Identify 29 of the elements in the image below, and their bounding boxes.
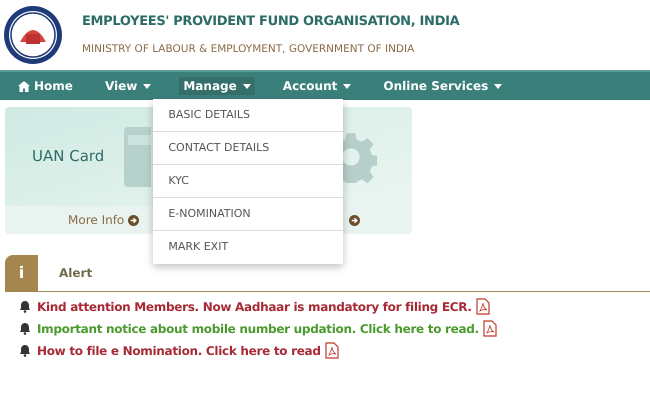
arrow-circle-icon[interactable] <box>349 214 360 226</box>
nav-item[interactable]: Manage <box>179 77 255 95</box>
alert-link[interactable]: Kind attention Members. Now Aadhaar is mandatory for filing ECR. <box>37 298 472 316</box>
home-icon <box>18 80 30 92</box>
alert-tab[interactable]: Alert <box>59 264 92 282</box>
caret-icon <box>343 84 352 88</box>
menu-item[interactable]: MARK EXIT <box>153 231 344 264</box>
arrow-circle-icon <box>128 214 140 226</box>
nav-item[interactable]: View <box>100 77 156 95</box>
alert-link[interactable]: Important notice about mobile number updation. Click here to read. <box>37 320 479 338</box>
caret-icon <box>143 84 152 88</box>
org-title: EMPLOYEES' PROVIDENT FUND ORGANISATION, INDIA <box>82 13 460 32</box>
ministry-subtitle: MINISTRY OF LABOUR & EMPLOYMENT, GOVERNMENT OF INDIA <box>82 42 416 57</box>
pdf-icon[interactable] <box>482 320 497 337</box>
alert-link[interactable]: How to file e Nomination. Click here to read <box>37 342 321 360</box>
bell-icon <box>19 344 31 357</box>
nav-item[interactable]: Account <box>278 77 356 95</box>
caret-icon <box>242 84 251 88</box>
pdf-icon[interactable] <box>324 342 339 359</box>
bell-icon <box>19 322 31 335</box>
more-info-link[interactable]: More Info <box>68 211 140 229</box>
id-card-icon <box>124 126 152 186</box>
card-title: UAN Card <box>32 146 104 168</box>
pdf-icon[interactable] <box>476 298 490 315</box>
nav-item[interactable]: Home <box>14 77 77 95</box>
caret-icon <box>494 84 502 88</box>
nav-item[interactable]: Online Services <box>379 77 506 95</box>
bell-icon <box>19 300 31 313</box>
info-badge: i <box>5 254 38 292</box>
